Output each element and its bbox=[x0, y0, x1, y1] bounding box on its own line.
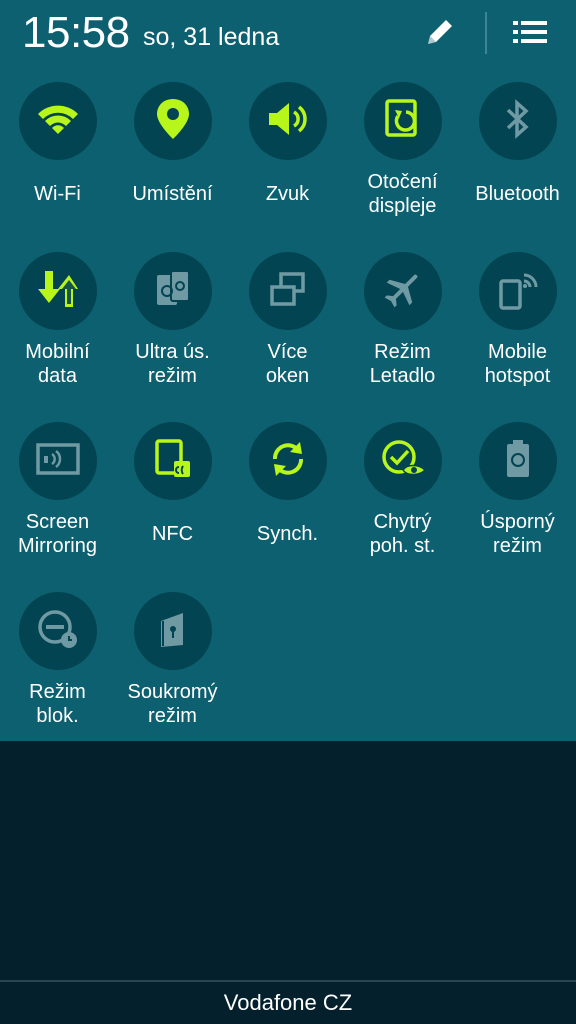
location-icon bbox=[153, 97, 193, 146]
tile-ultra-power-saving[interactable]: Ultra ús. režim bbox=[115, 252, 230, 388]
tile-wifi-button[interactable] bbox=[18, 82, 97, 160]
tile-label: Úsporný režim bbox=[480, 511, 555, 557]
quick-settings-panel: 15:58 so, 31 ledna Wi-Fi Umístění Zvuk O… bbox=[0, 0, 576, 741]
tile-sound[interactable]: Zvuk bbox=[230, 82, 345, 206]
tile-label: Otočení displeje bbox=[367, 171, 438, 217]
screen-mirroring-icon bbox=[35, 439, 81, 484]
tile-ultra-power-saving-button[interactable] bbox=[133, 252, 212, 330]
multi-window-icon bbox=[267, 268, 309, 315]
tile-location-button[interactable] bbox=[133, 82, 212, 160]
sync-icon bbox=[266, 437, 310, 486]
tile-label: Soukromý režim bbox=[127, 681, 218, 727]
tile-mobile-data-button[interactable] bbox=[18, 252, 97, 330]
clock: 15:58 bbox=[22, 8, 130, 57]
tile-label: Chytrý poh. st. bbox=[369, 511, 436, 557]
mobile-data-icon bbox=[36, 267, 80, 316]
tile-mobile-hotspot[interactable]: Mobile hotspot bbox=[460, 252, 575, 388]
tile-label: Mobile hotspot bbox=[484, 341, 551, 387]
header-divider bbox=[485, 12, 487, 54]
tile-label: Režim blok. bbox=[29, 681, 86, 727]
tile-label: Bluetooth bbox=[475, 183, 560, 205]
ultra-power-saving-icon bbox=[151, 267, 195, 316]
tile-screen-rotation[interactable]: Otočení displeje bbox=[345, 82, 460, 218]
tile-mobile-hotspot-button[interactable] bbox=[478, 252, 557, 330]
tile-smart-stay-button[interactable] bbox=[363, 422, 442, 500]
tile-airplane-mode[interactable]: Režim Letadlo bbox=[345, 252, 460, 388]
private-mode-icon bbox=[153, 607, 193, 656]
tile-screen-mirroring-button[interactable] bbox=[18, 422, 97, 500]
tile-sound-button[interactable] bbox=[248, 82, 327, 160]
tile-label: NFC bbox=[151, 523, 194, 545]
tile-nfc-button[interactable] bbox=[133, 422, 212, 500]
tile-bluetooth[interactable]: Bluetooth bbox=[460, 82, 575, 206]
tile-private-mode[interactable]: Soukromý režim bbox=[115, 592, 230, 728]
tile-bluetooth-button[interactable] bbox=[478, 82, 557, 160]
tile-label: Synch. bbox=[256, 523, 319, 545]
tile-sync-button[interactable] bbox=[248, 422, 327, 500]
hotspot-icon bbox=[496, 267, 540, 316]
screen-rotation-icon bbox=[382, 98, 424, 145]
tile-multi-window[interactable]: Více oken bbox=[230, 252, 345, 388]
blocking-mode-icon bbox=[35, 606, 81, 657]
wifi-icon bbox=[35, 96, 81, 147]
volume-icon bbox=[265, 99, 311, 144]
tile-blocking-mode[interactable]: Režim blok. bbox=[0, 592, 115, 728]
tile-label: Umístění bbox=[132, 183, 213, 205]
tile-private-mode-button[interactable] bbox=[133, 592, 212, 670]
settings-list-button[interactable] bbox=[508, 12, 552, 56]
notification-header: 15:58 so, 31 ledna bbox=[0, 0, 576, 68]
tile-sync[interactable]: Synch. bbox=[230, 422, 345, 546]
tile-blocking-mode-button[interactable] bbox=[18, 592, 97, 670]
tile-label: Režim Letadlo bbox=[369, 341, 436, 387]
carrier-label: Vodafone CZ bbox=[223, 990, 353, 1015]
tile-power-saving[interactable]: Úsporný režim bbox=[460, 422, 575, 558]
pencil-icon bbox=[420, 12, 460, 57]
tile-label: Mobilní data bbox=[25, 341, 90, 387]
tile-label: Více oken bbox=[265, 341, 310, 387]
tile-label: Wi-Fi bbox=[34, 183, 81, 205]
tile-screen-mirroring[interactable]: Screen Mirroring bbox=[0, 422, 115, 558]
tile-label: Screen Mirroring bbox=[18, 511, 97, 557]
smart-stay-icon bbox=[379, 437, 427, 486]
airplane-icon bbox=[381, 267, 425, 316]
tile-smart-stay[interactable]: Chytrý poh. st. bbox=[345, 422, 460, 558]
tile-screen-rotation-button[interactable] bbox=[363, 82, 442, 160]
edit-button[interactable] bbox=[418, 12, 462, 56]
tile-mobile-data[interactable]: Mobilní data bbox=[0, 252, 115, 388]
tile-nfc[interactable]: NFC bbox=[115, 422, 230, 546]
tile-label: Ultra ús. režim bbox=[135, 341, 210, 387]
list-icon bbox=[510, 12, 550, 57]
tile-location[interactable]: Umístění bbox=[115, 82, 230, 206]
tile-label: Zvuk bbox=[265, 183, 310, 205]
power-saving-icon bbox=[498, 437, 538, 486]
tile-multi-window-button[interactable] bbox=[248, 252, 327, 330]
tile-wifi[interactable]: Wi-Fi bbox=[0, 82, 115, 206]
bluetooth-icon bbox=[500, 98, 536, 145]
date: so, 31 ledna bbox=[143, 23, 280, 51]
tile-airplane-mode-button[interactable] bbox=[363, 252, 442, 330]
nfc-icon bbox=[152, 437, 194, 486]
tile-power-saving-button[interactable] bbox=[478, 422, 557, 500]
footer-divider bbox=[0, 980, 576, 982]
